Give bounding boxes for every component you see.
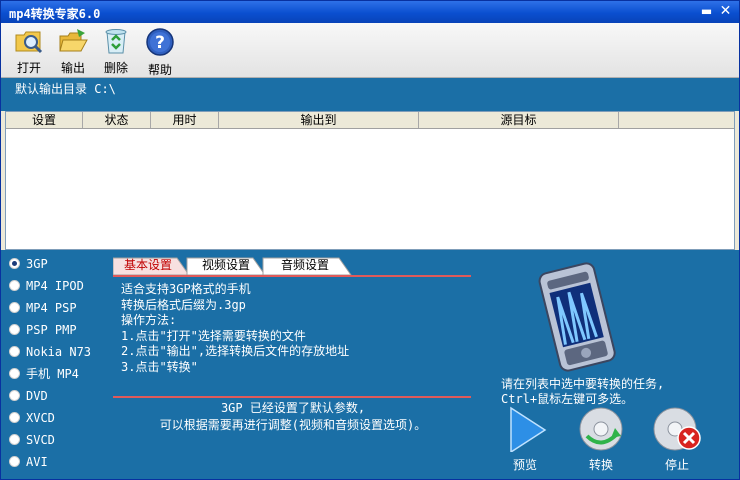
- format-radio-mp4-ipod[interactable]: MP4 IPOD: [9, 277, 84, 295]
- svg-text:?: ?: [155, 33, 165, 53]
- radio-dot: [9, 302, 20, 313]
- tab-basic-settings[interactable]: 基本设置: [113, 256, 183, 275]
- minimize-button[interactable]: ▬: [698, 4, 715, 19]
- format-radio-3gp[interactable]: 3GP: [9, 255, 48, 273]
- note-line: 3GP 已经设置了默认参数,: [220, 401, 366, 415]
- format-description: 适合支持3GP格式的手机 转换后格式后缀为.3gp 操作方法: 1.点击"打开"选择需…: [121, 282, 471, 375]
- main-window: mp4转换专家6.0 ▬ ✕ 打开 输出 删除 ? 帮助 默认输出目录 C:\ …: [0, 0, 740, 480]
- delete-button[interactable]: 删除: [94, 25, 138, 75]
- column-header-output[interactable]: 输出到: [219, 112, 419, 128]
- format-label: 手机 MP4: [26, 367, 79, 381]
- output-button[interactable]: 输出: [51, 25, 95, 75]
- help-button[interactable]: ? 帮助: [138, 25, 182, 77]
- preview-label: 预览: [512, 458, 537, 472]
- window-title: mp4转换专家6.0: [9, 7, 101, 21]
- description-line: 适合支持3GP格式的手机: [121, 282, 251, 296]
- delete-label: 删除: [103, 61, 128, 75]
- selection-hint: 请在列表中选中要转换的任务, Ctrl+鼠标左键可多选。: [501, 377, 737, 407]
- format-label: SVCD: [26, 433, 55, 447]
- format-radio-dvd[interactable]: DVD: [9, 387, 48, 405]
- column-header-status[interactable]: 状态: [83, 112, 151, 128]
- description-line: 2.点击"输出",选择转换后文件的存放地址: [121, 344, 350, 358]
- output-label: 输出: [60, 61, 85, 75]
- radio-dot: [9, 412, 20, 423]
- output-directory-bar: 默认输出目录 C:\: [1, 78, 739, 111]
- task-list[interactable]: 设置 状态 用时 输出到 源目标: [5, 111, 735, 250]
- toolbar: 打开 输出 删除 ? 帮助: [1, 23, 739, 78]
- format-radio-mp4-psp[interactable]: MP4 PSP: [9, 299, 77, 317]
- radio-dot: [9, 324, 20, 335]
- format-label: MP4 IPOD: [26, 279, 84, 293]
- format-label: MP4 PSP: [26, 301, 77, 315]
- title-bar[interactable]: mp4转换专家6.0 ▬ ✕: [1, 1, 739, 23]
- column-header-settings[interactable]: 设置: [6, 112, 83, 128]
- format-radio-nokia-n73[interactable]: Nokia N73: [9, 343, 91, 361]
- convert-label: 转换: [588, 458, 613, 472]
- default-params-note: 3GP 已经设置了默认参数, 可以根据需要再进行调整(视频和音频设置选项)。: [113, 400, 473, 434]
- format-radio-xvcd[interactable]: XVCD: [9, 409, 55, 427]
- format-radio-phone-mp4[interactable]: 手机 MP4: [9, 365, 79, 383]
- hint-line: Ctrl+鼠标左键可多选。: [501, 392, 634, 406]
- hint-line: 请在列表中选中要转换的任务,: [501, 377, 665, 391]
- stop-label: 停止: [664, 458, 689, 472]
- help-label: 帮助: [147, 63, 172, 77]
- note-line: 可以根据需要再进行调整(视频和音频设置选项)。: [159, 418, 427, 432]
- radio-dot: [9, 280, 20, 291]
- radio-dot: [9, 434, 20, 445]
- tab-underline: [113, 275, 471, 277]
- tab-video-settings[interactable]: 视频设置: [191, 256, 261, 275]
- open-label: 打开: [16, 61, 41, 75]
- phone-image: [538, 262, 616, 372]
- folder-search-icon: [15, 31, 43, 54]
- tab-audio-settings[interactable]: 音频设置: [267, 256, 343, 275]
- radio-dot: [9, 456, 20, 467]
- radio-dot: [9, 368, 20, 379]
- radio-dot: [9, 346, 20, 357]
- convert-button[interactable]: 转换: [573, 406, 629, 473]
- format-label: 3GP: [26, 257, 48, 271]
- description-line: 1.点击"打开"选择需要转换的文件: [121, 328, 306, 343]
- task-list-header: 设置 状态 用时 输出到 源目标: [6, 112, 734, 129]
- format-radio-svcd[interactable]: SVCD: [9, 431, 55, 449]
- column-header-source[interactable]: 源目标: [419, 112, 619, 128]
- preview-button[interactable]: 预览: [497, 406, 553, 473]
- format-label: Nokia N73: [26, 345, 92, 359]
- column-header-time[interactable]: 用时: [151, 112, 219, 128]
- stop-button[interactable]: 停止: [649, 406, 705, 473]
- close-button[interactable]: ✕: [717, 4, 734, 19]
- folder-open-icon: [59, 29, 88, 52]
- note-divider: [113, 396, 471, 398]
- radio-dot: [9, 258, 20, 269]
- description-line: 3.点击"转换": [121, 359, 198, 374]
- description-line: 操作方法:: [121, 313, 177, 327]
- open-button[interactable]: 打开: [7, 25, 51, 75]
- disc-stop-icon: [653, 407, 701, 451]
- format-radio-psp-pmp[interactable]: PSP PMP: [9, 321, 77, 339]
- radio-dot: [9, 390, 20, 401]
- format-label: PSP PMP: [26, 323, 77, 337]
- format-label: DVD: [26, 389, 48, 403]
- output-directory-text: 默认输出目录 C:\: [15, 82, 116, 96]
- play-icon: [510, 406, 547, 454]
- format-label: XVCD: [26, 411, 55, 425]
- format-label: AVI: [26, 455, 48, 469]
- description-line: 转换后格式后缀为.3gp: [121, 297, 246, 312]
- help-icon: ?: [146, 28, 174, 56]
- recycle-icon: [105, 29, 127, 54]
- settings-panel: 3GP MP4 IPOD MP4 PSP PSP PMP Nokia N73 手…: [1, 250, 739, 479]
- format-radio-avi[interactable]: AVI: [9, 453, 48, 471]
- disc-convert-icon: [579, 407, 623, 451]
